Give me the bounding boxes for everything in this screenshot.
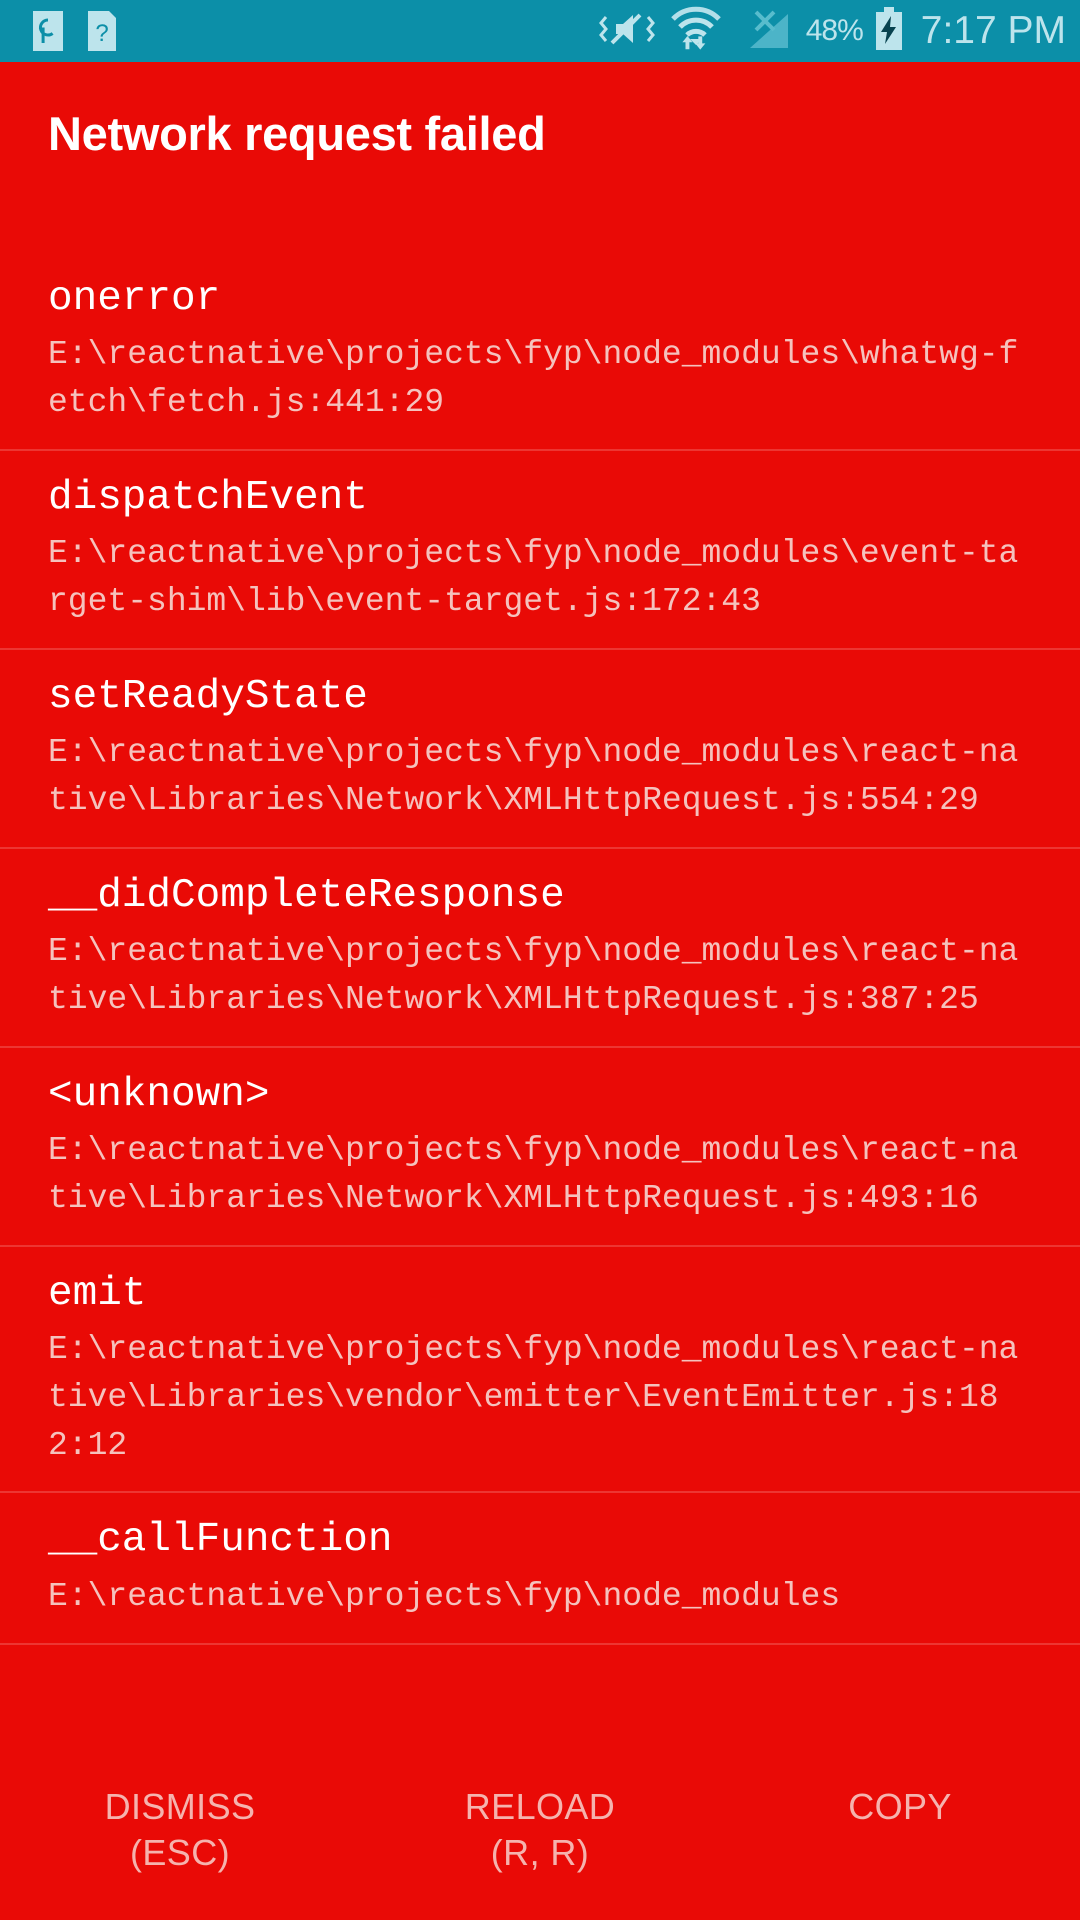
- reload-button-shortcut: (R, R): [490, 1832, 590, 1874]
- stack-frame[interactable]: __didCompleteResponse E:\reactnative\pro…: [0, 849, 1080, 1048]
- stack-trace-list[interactable]: onerror E:\reactnative\projects\fyp\node…: [0, 252, 1080, 1752]
- stack-frame[interactable]: <unknown> E:\reactnative\projects\fyp\no…: [0, 1048, 1080, 1247]
- reload-button-label: RELOAD: [464, 1786, 616, 1827]
- frame-method: onerror: [48, 276, 221, 322]
- redbox-error-screen: ? 48% 7:17 PM Network request failed one…: [0, 0, 1080, 1920]
- frame-method: emit: [48, 1270, 147, 1317]
- no-sim-signal-icon: [734, 6, 796, 57]
- copy-button-label: COPY: [848, 1786, 952, 1827]
- error-title: Network request failed: [48, 107, 546, 160]
- status-bar-system-icons: 48% 7:17 PM: [596, 6, 1066, 57]
- pocket-casts-notification-icon: [28, 8, 68, 54]
- wifi-data-transfer-icon: [668, 6, 724, 57]
- battery-percent-label: 48%: [805, 14, 864, 47]
- stack-frame[interactable]: onerror E:\reactnative\projects\fyp\node…: [0, 252, 1080, 451]
- stack-frame[interactable]: setReadyState E:\reactnative\projects\fy…: [0, 650, 1080, 849]
- status-bar: ? 48% 7:17 PM: [0, 0, 1080, 62]
- frame-location: E:\reactnative\projects\fyp\node_modules…: [48, 535, 1019, 621]
- frame-location: E:\reactnative\projects\fyp\node_modules: [48, 1577, 841, 1615]
- stack-frame[interactable]: __callFunction E:\reactnative\projects\f…: [0, 1493, 1080, 1645]
- dismiss-button-label: DISMISS: [104, 1786, 256, 1827]
- frame-method: setReadyState: [48, 673, 368, 720]
- reload-button[interactable]: RELOAD (R, R): [360, 1752, 720, 1876]
- unknown-app-notification-icon: ?: [82, 8, 122, 54]
- vibrate-mute-icon: [596, 7, 658, 56]
- frame-method: __callFunction: [48, 1517, 393, 1564]
- frame-method: <unknown>: [48, 1071, 270, 1118]
- frame-method: dispatchEvent: [48, 474, 368, 521]
- dismiss-button-shortcut: (ESC): [130, 1832, 230, 1874]
- status-bar-clock: 7:17 PM: [920, 9, 1066, 52]
- frame-location: E:\reactnative\projects\fyp\node_modules…: [48, 336, 1019, 422]
- svg-text:?: ?: [95, 20, 108, 47]
- frame-method: __didCompleteResponse: [48, 872, 565, 919]
- copy-button[interactable]: COPY: [720, 1752, 1080, 1830]
- stack-frame[interactable]: emit E:\reactnative\projects\fyp\node_mo…: [0, 1247, 1080, 1494]
- dismiss-button[interactable]: DISMISS (ESC): [0, 1752, 360, 1876]
- stack-frame[interactable]: dispatchEvent E:\reactnative\projects\fy…: [0, 451, 1080, 650]
- frame-location: E:\reactnative\projects\fyp\node_modules…: [48, 1330, 1019, 1464]
- frame-location: E:\reactnative\projects\fyp\node_modules…: [48, 734, 1019, 819]
- battery-charging-icon: [873, 6, 905, 57]
- frame-location: E:\reactnative\projects\fyp\node_modules…: [48, 933, 1019, 1018]
- action-button-bar: DISMISS (ESC) RELOAD (R, R) COPY: [0, 1752, 1080, 1920]
- status-bar-notifications: ?: [28, 8, 122, 54]
- frame-location: E:\reactnative\projects\fyp\node_modules…: [48, 1132, 1019, 1217]
